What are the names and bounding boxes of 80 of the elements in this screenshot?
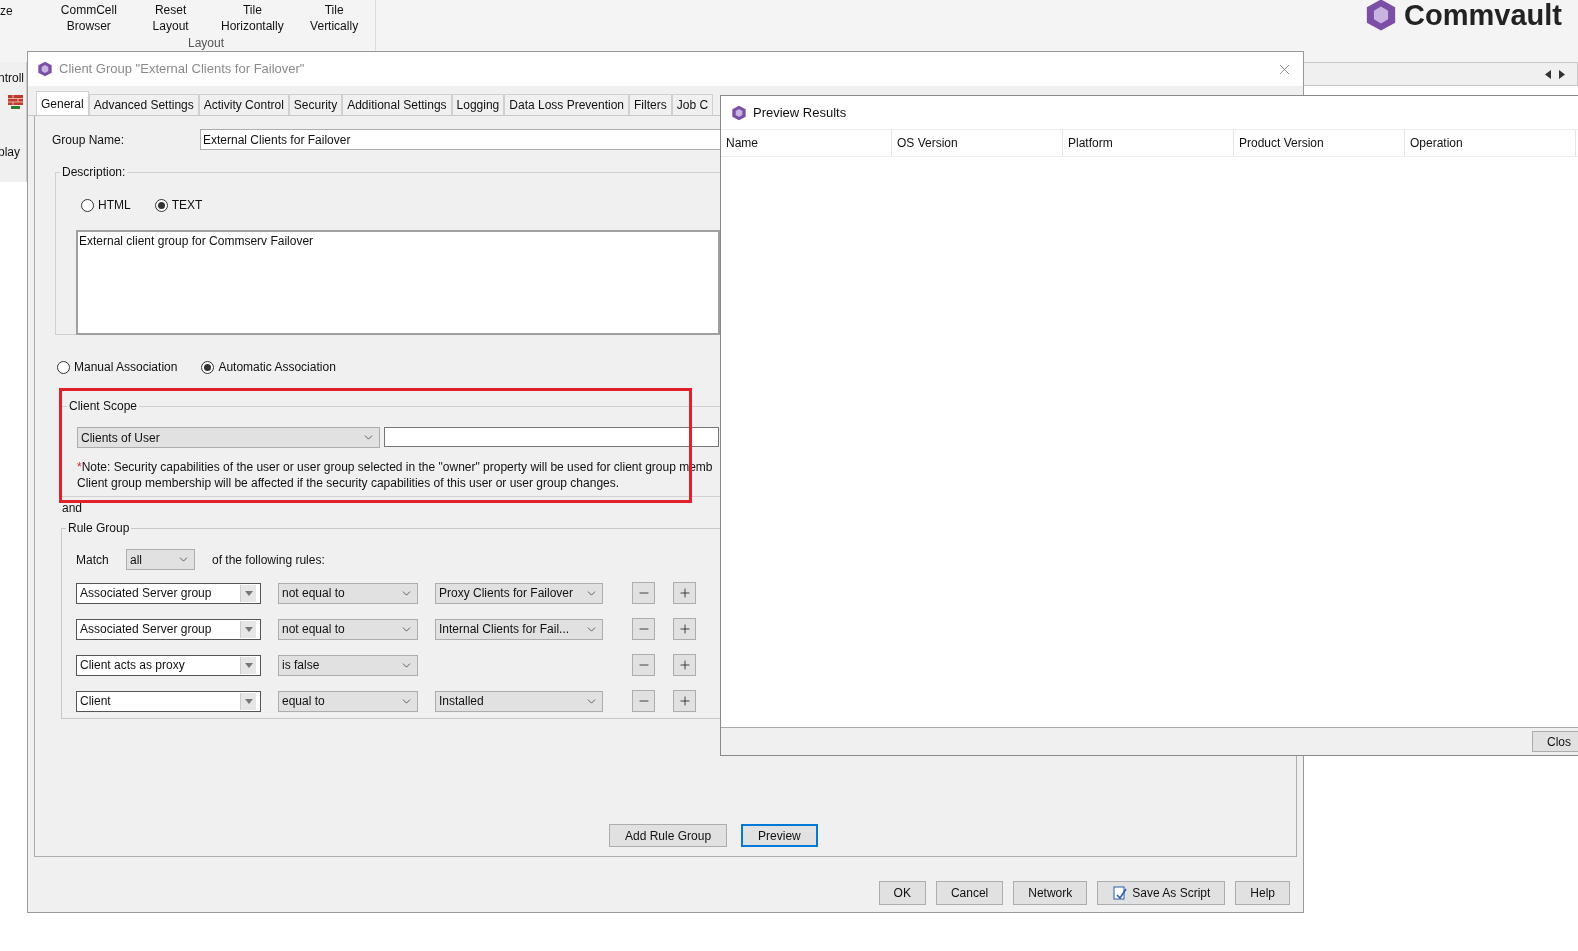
radio-button[interactable] [201,360,215,374]
hexagon-logo-icon [37,61,53,77]
group-legend: Description: [60,163,128,181]
tab[interactable]: Advanced Settings [88,94,199,115]
dialog-button[interactable]: Network [1013,881,1088,905]
radio-label: Manual Association [74,359,178,376]
rule-operator-dropdown[interactable]: is false [278,654,418,676]
plus-icon [677,622,692,636]
radio-label: HTML [98,197,131,214]
rule-field-dropdown[interactable]: Client [76,690,261,712]
ribbon-button[interactable]: CommCell Browser [48,2,130,34]
column-header[interactable]: Operation [1405,130,1576,156]
column-header[interactable]: Platform [1063,130,1234,156]
description-text-area[interactable]: External client group for Commserv Failover [76,230,720,335]
dialog-button[interactable]: Save As Script [1097,881,1226,905]
rule-value-dropdown[interactable]: Installed [435,690,603,712]
radio-label: TEXT [171,197,203,214]
radio-button[interactable] [57,360,70,374]
radio-button[interactable] [154,198,168,212]
match-dropdown[interactable]: all [126,549,195,570]
scope-dropdown[interactable]: Clients of User [77,427,380,448]
script-icon [1112,885,1129,901]
input-field[interactable]: External Clients for Failover [200,129,722,150]
remove-rule-button[interactable] [632,582,655,604]
add-rule-button[interactable] [673,690,696,712]
tab[interactable]: Activity Control [198,94,289,115]
plus-icon [677,694,692,708]
rule-operator-dropdown[interactable]: equal to [278,690,418,712]
dialog-button[interactable]: OK [878,881,926,905]
ribbon-button[interactable]: Tile Horizontally [211,2,294,34]
column-header[interactable]: Product Version [1234,130,1405,156]
close-button[interactable]: Clos [1532,731,1578,752]
tab[interactable]: Filters [629,94,672,115]
field-label: Group Name: [52,131,126,149]
tab[interactable]: Data Loss Prevention [504,94,630,115]
ribbon-button[interactable]: Reset Layout [129,2,212,34]
radio-button[interactable] [81,198,94,212]
logo-text: Commvault [1404,0,1562,30]
rule-group-button[interactable]: Add Rule Group [609,824,728,847]
hexagon-logo-icon [731,104,747,121]
window-title: Preview Results [753,103,847,122]
rule-group-button[interactable]: Preview [741,824,818,847]
tab[interactable]: General [36,91,89,115]
column-header[interactable]: Name [721,130,892,156]
column-header[interactable]: OS Version [892,130,1063,156]
match-suffix: of the following rules: [212,551,325,569]
remove-rule-button[interactable] [632,690,655,712]
plus-icon [677,658,692,672]
and-label: and [62,500,84,517]
match-label: Match [76,551,110,569]
rule-value-dropdown[interactable]: Proxy Clients for Failover [435,582,603,604]
dialog-button[interactable]: Help [1235,881,1290,905]
remove-rule-button[interactable] [632,654,655,676]
add-rule-button[interactable] [673,582,696,604]
ribbon-button[interactable]: Tile Vertically [293,2,375,34]
rule-field-dropdown[interactable]: Associated Server group [76,618,261,640]
tab[interactable]: Security [288,94,343,115]
ribbon-group-label: Layout [188,35,225,52]
input-field[interactable] [384,427,719,447]
right-arrow-icon[interactable] [1559,69,1565,79]
ribbon-text: ze [0,3,14,20]
remove-rule-button[interactable] [632,618,655,640]
rule-operator-dropdown[interactable]: not equal to [278,582,418,604]
tab[interactable]: Additional Settings [342,94,452,115]
add-rule-button[interactable] [673,618,696,640]
group-legend: Rule Group [66,519,132,537]
radio-label: Automatic Association [218,359,336,376]
rule-operator-dropdown[interactable]: not equal to [278,618,418,640]
add-rule-button[interactable] [673,654,696,676]
window-title: Client Group "External Clients for Failover" [59,60,305,79]
tab[interactable]: Job C [671,94,714,115]
dialog-button[interactable]: Cancel [935,881,1004,905]
rule-field-dropdown[interactable]: Client acts as proxy [76,654,261,676]
group-legend: Client Scope [67,397,140,415]
rule-value-dropdown[interactable]: Internal Clients for Fail... [435,618,603,640]
left-arrow-icon[interactable] [1545,69,1551,79]
tab[interactable]: Logging [451,94,505,115]
rule-field-dropdown[interactable]: Associated Server group [76,582,261,604]
brick-wall-icon [8,95,23,109]
plus-icon [677,586,692,600]
